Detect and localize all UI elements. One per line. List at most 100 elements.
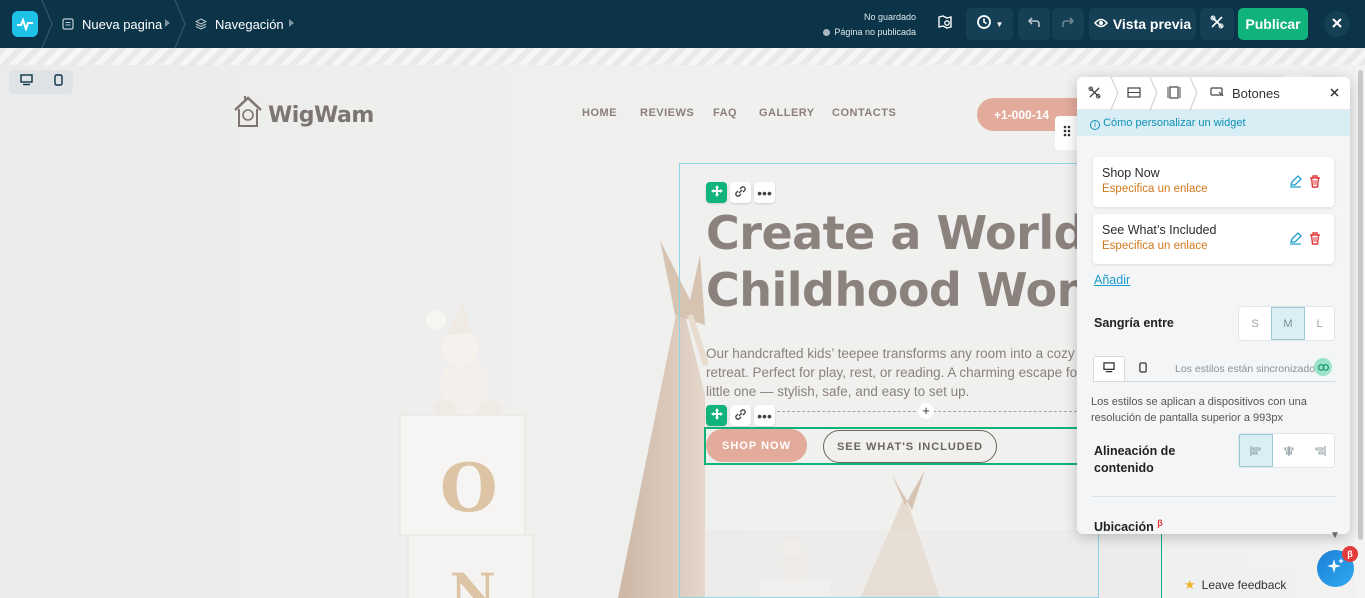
desktop-tab[interactable]	[1093, 356, 1125, 381]
status-dot	[823, 29, 831, 36]
beta-badge: β	[1342, 546, 1358, 562]
button-item-link[interactable]: Especifica un enlace	[1102, 240, 1207, 252]
edit-icon[interactable]	[1289, 232, 1302, 250]
button-item[interactable]: Shop Now Especifica un enlace	[1093, 157, 1334, 207]
grip-icon	[1063, 124, 1071, 142]
spacing-label: Sangría entre	[1094, 316, 1174, 330]
add-button-link[interactable]: Añadir	[1094, 273, 1130, 287]
map-search-icon	[937, 14, 953, 35]
breadcrumb-separator	[1149, 77, 1158, 110]
sync-link-icon[interactable]	[1314, 358, 1332, 376]
section-icon[interactable]	[1127, 86, 1141, 99]
breadcrumb-page[interactable]: Nueva pagina	[62, 0, 162, 48]
app-logo[interactable]	[12, 11, 38, 37]
more-options-button[interactable]: •••	[754, 182, 775, 203]
hero-description[interactable]: Our handcrafted kids’ teepee transforms …	[706, 344, 1086, 401]
preview-button[interactable]: Vista previa	[1089, 8, 1196, 40]
redo-icon	[1061, 15, 1075, 34]
mobile-icon[interactable]	[53, 73, 63, 91]
device-style-tabs: Los estilos están sincronizados	[1093, 356, 1335, 382]
breadcrumb-navigation[interactable]: Navegación	[195, 0, 284, 48]
save-status-title: No guardado	[863, 12, 916, 22]
star-icon: ★	[1184, 577, 1196, 592]
redo-button[interactable]	[1052, 8, 1084, 40]
align-center-icon[interactable]	[1273, 434, 1305, 467]
breakpoint-note: Los estilos se aplican a dispositivos co…	[1091, 396, 1307, 424]
nav-item-gallery[interactable]: GALLERY	[759, 107, 815, 119]
canvas-scroll-thumb[interactable]	[1358, 70, 1363, 540]
leave-feedback-button[interactable]: ★ Leave feedback	[1175, 572, 1294, 598]
block-letter-n: N	[450, 562, 496, 598]
move-widget-button[interactable]	[706, 405, 727, 426]
button-item[interactable]: See What’s Included Especifica un enlace	[1093, 214, 1334, 264]
close-editor-button[interactable]	[1324, 11, 1350, 37]
widget-toolbar: •••	[706, 182, 775, 203]
more-dots-icon: •••	[757, 407, 772, 424]
mobile-tab[interactable]	[1127, 356, 1159, 381]
desktop-icon[interactable]	[19, 73, 33, 91]
see-whats-included-button[interactable]: SEE WHAT'S INCLUDED	[823, 430, 997, 463]
nav-item-faq[interactable]: FAQ	[713, 107, 737, 119]
panel-title: Botones	[1232, 86, 1280, 101]
close-icon	[1332, 15, 1342, 33]
chevron-down-icon: ▼	[995, 19, 1004, 29]
page-icon	[62, 18, 74, 30]
sync-status: Los estilos están sincronizados	[1175, 363, 1321, 375]
tools-icon[interactable]	[1088, 86, 1101, 99]
section-divider	[1091, 496, 1336, 497]
spacing-option-l[interactable]: L	[1305, 307, 1334, 340]
button-item-link[interactable]: Especifica un enlace	[1102, 183, 1207, 195]
add-block-button[interactable]: +	[918, 403, 934, 419]
trash-icon[interactable]	[1309, 175, 1321, 193]
ai-assistant-button[interactable]: β	[1317, 546, 1358, 587]
hero-description-line-1: Our handcrafted kids’ teepee transforms …	[706, 346, 1075, 361]
spacing-size-selector: S M L	[1238, 306, 1335, 341]
widget-settings-panel: Botones i Cómo personalizar un widget Sh…	[1077, 77, 1350, 534]
drag-handle[interactable]	[1055, 116, 1079, 150]
more-options-button[interactable]: •••	[754, 405, 775, 426]
close-panel-button[interactable]	[1330, 88, 1339, 97]
nav-item-home[interactable]: HOME	[582, 107, 617, 119]
spacing-option-m[interactable]: M	[1271, 307, 1305, 340]
content-alignment-selector	[1238, 433, 1335, 468]
container-icon[interactable]	[1167, 86, 1181, 99]
spacing-option-s[interactable]: S	[1239, 307, 1271, 340]
undo-button[interactable]	[1018, 8, 1050, 40]
more-dots-icon: •••	[757, 184, 772, 201]
preview-label: Vista previa	[1112, 16, 1192, 32]
hero-description-line-3: little one — stylish, safe, and easy to …	[706, 384, 970, 399]
nav-item-contacts[interactable]: CONTACTS	[832, 107, 896, 119]
align-left-icon[interactable]	[1239, 434, 1273, 467]
button-item-title: Shop Now	[1102, 166, 1160, 180]
help-link[interactable]: i Cómo personalizar un widget	[1077, 110, 1350, 136]
chevron-down-icon[interactable]: ▼	[1330, 530, 1340, 541]
chevron-right-icon	[289, 19, 294, 27]
publish-button[interactable]: Publicar	[1238, 8, 1308, 40]
link-widget-button[interactable]	[730, 182, 751, 203]
site-logo[interactable]: WigWam	[232, 95, 374, 135]
layers-icon	[195, 18, 207, 30]
alignment-label: Alineación de contenido	[1094, 444, 1176, 475]
hero-headline[interactable]: Create a World o Childhood Wond	[706, 205, 1133, 319]
link-widget-button[interactable]	[730, 405, 751, 426]
link-icon	[735, 184, 746, 202]
move-widget-button[interactable]	[706, 182, 727, 203]
breadcrumb-separator	[174, 0, 186, 48]
sparkle-icon	[1326, 557, 1345, 580]
chevron-right-icon	[165, 19, 170, 27]
align-right-icon[interactable]	[1305, 434, 1334, 467]
breadcrumb-separator	[1189, 77, 1198, 110]
shop-now-button[interactable]: SHOP NOW	[706, 429, 807, 462]
location-section-header[interactable]: Ubicación β	[1094, 518, 1163, 534]
history-button[interactable]: ▼	[966, 8, 1013, 40]
breadcrumb-page-label: Nueva pagina	[82, 16, 163, 32]
site-map-button[interactable]	[930, 8, 960, 40]
nav-item-reviews[interactable]: REVIEWS	[640, 107, 694, 119]
tools-button[interactable]	[1200, 8, 1234, 40]
trash-icon[interactable]	[1309, 232, 1321, 250]
move-icon	[710, 407, 723, 425]
help-link-label: Cómo personalizar un widget	[1103, 117, 1246, 129]
hero-headline-line-1: Create a World o	[706, 206, 1133, 260]
edit-icon[interactable]	[1289, 175, 1302, 193]
publish-status: Página no publicada	[834, 27, 916, 37]
